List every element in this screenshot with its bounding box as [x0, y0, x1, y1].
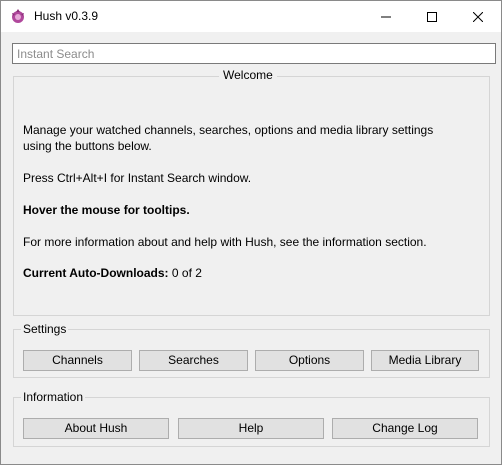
maximize-button[interactable] — [409, 1, 455, 32]
close-button[interactable] — [455, 1, 501, 32]
maximize-icon — [427, 11, 437, 22]
welcome-title: Welcome — [219, 68, 277, 82]
welcome-text-line-1: Manage your watched channels, searches, … — [23, 123, 434, 137]
media-library-button[interactable]: Media Library — [371, 350, 479, 371]
instant-search-input[interactable] — [12, 43, 496, 64]
more-info-text: For more information about and help with… — [23, 235, 427, 249]
shortcut-text: Press Ctrl+Alt+I for Instant Search wind… — [23, 171, 252, 185]
settings-label: Settings — [21, 322, 69, 336]
title-bar[interactable]: Hush v0.3.9 — [1, 1, 501, 32]
auto-downloads-value: 0 of 2 — [171, 266, 202, 280]
app-logo-icon — [12, 9, 24, 23]
auto-downloads-label: Current Auto-Downloads: — [23, 266, 169, 280]
minimize-button[interactable] — [363, 1, 409, 32]
window-title: Hush v0.3.9 — [34, 9, 99, 23]
change-log-button[interactable]: Change Log — [332, 418, 478, 439]
channels-button[interactable]: Channels — [23, 350, 132, 371]
minimize-icon — [381, 16, 391, 17]
close-icon — [473, 11, 483, 22]
help-button[interactable]: Help — [178, 418, 324, 439]
app-window: Hush v0.3.9 Welcome Manage your watched … — [0, 0, 502, 465]
searches-button[interactable]: Searches — [139, 350, 248, 371]
auto-downloads-status: Current Auto-Downloads: 0 of 2 — [23, 265, 202, 281]
welcome-text-line-2: using the buttons below. — [23, 139, 152, 153]
information-label: Information — [21, 390, 86, 404]
about-hush-button[interactable]: About Hush — [23, 418, 169, 439]
tooltips-hint: Hover the mouse for tooltips. — [23, 203, 190, 217]
options-button[interactable]: Options — [255, 350, 364, 371]
